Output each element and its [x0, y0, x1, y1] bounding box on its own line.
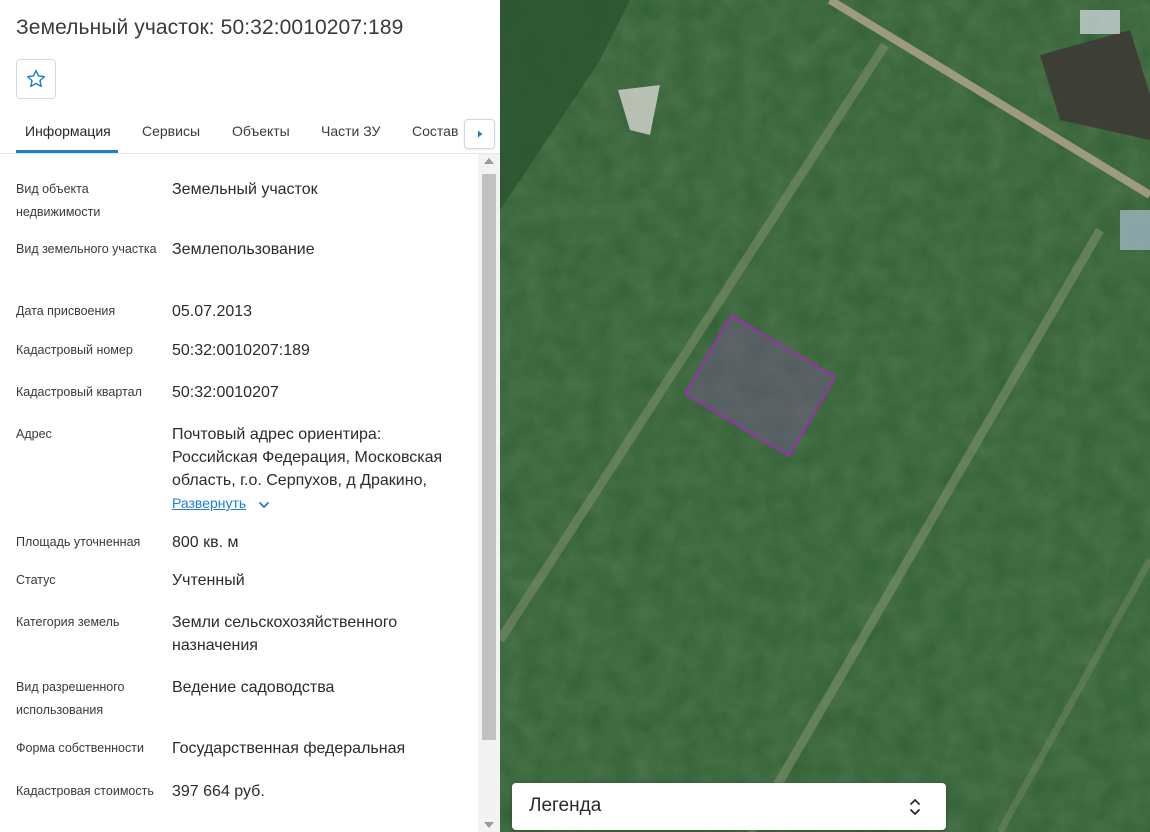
- star-outline-icon: [26, 69, 46, 88]
- info-value: Земельный участок: [172, 181, 318, 198]
- map-view[interactable]: Легенда: [500, 0, 1150, 832]
- satellite-imagery: [500, 0, 1150, 832]
- legend-toggle[interactable]: Легенда: [512, 783, 946, 830]
- info-scrollbar[interactable]: [478, 154, 500, 832]
- info-label: Кадастровая стоимость: [16, 784, 154, 798]
- info-panel: Земельный участок: 50:32:0010207:189 Инф…: [0, 0, 500, 832]
- tab-bar: Информация Сервисы Объекты Части ЗУ Сост…: [0, 116, 500, 154]
- info-value: Землепользование: [172, 241, 315, 258]
- info-value: Земли сельскохозяйственного назначения: [172, 614, 398, 654]
- tab-parts[interactable]: Части ЗУ: [321, 123, 380, 139]
- scroll-down-arrow-icon[interactable]: [484, 822, 494, 828]
- info-label: Вид земельного участка: [16, 242, 157, 256]
- info-label: Площадь уточненная: [16, 535, 141, 549]
- info-value: 50:32:0010207:189: [172, 342, 310, 359]
- info-value: 397 664 руб.: [172, 783, 265, 800]
- tabs-scroll-right-button[interactable]: [464, 119, 495, 149]
- info-label: Форма собственности: [16, 741, 144, 755]
- page-title: Земельный участок: 50:32:0010207:189: [16, 16, 404, 39]
- info-label: Кадастровый номер: [16, 343, 133, 357]
- tab-composition[interactable]: Состав: [412, 123, 458, 139]
- info-value: 05.07.2013: [172, 303, 253, 320]
- info-value: Учтенный: [172, 572, 245, 589]
- info-label: Категория земель: [16, 615, 120, 629]
- legend-label: Легенда: [529, 795, 602, 816]
- active-tab-indicator: [16, 150, 118, 153]
- info-label: Кадастровый квартал: [16, 385, 142, 399]
- address-value: Почтовый адрес ориентира: Российская Фед…: [172, 426, 443, 489]
- tab-info[interactable]: Информация: [25, 123, 111, 139]
- info-label: Адрес: [16, 427, 52, 441]
- favorite-button[interactable]: [16, 59, 56, 99]
- info-label: Дата присвоения: [16, 304, 116, 318]
- info-label: Статус: [16, 573, 56, 587]
- chevron-down-icon[interactable]: [257, 498, 271, 512]
- info-value: Государственная федеральная: [172, 740, 406, 757]
- info-value: Ведение садоводства: [172, 679, 335, 696]
- sort-arrows-icon: [910, 799, 920, 815]
- info-label: Вид объекта недвижимости: [16, 182, 101, 219]
- scroll-up-arrow-icon[interactable]: [484, 158, 494, 164]
- info-list: Вид объекта недвижимости Земельный участ…: [0, 154, 478, 832]
- tab-objects[interactable]: Объекты: [232, 123, 290, 139]
- info-label: Вид разрешенного использования: [16, 680, 125, 717]
- info-value: 800 кв. м: [172, 534, 239, 551]
- scroll-thumb[interactable]: [482, 174, 496, 740]
- expand-link[interactable]: Развернуть: [172, 495, 246, 511]
- info-value: 50:32:0010207: [172, 384, 279, 401]
- tab-services[interactable]: Сервисы: [142, 123, 200, 139]
- caret-right-icon: [477, 130, 482, 138]
